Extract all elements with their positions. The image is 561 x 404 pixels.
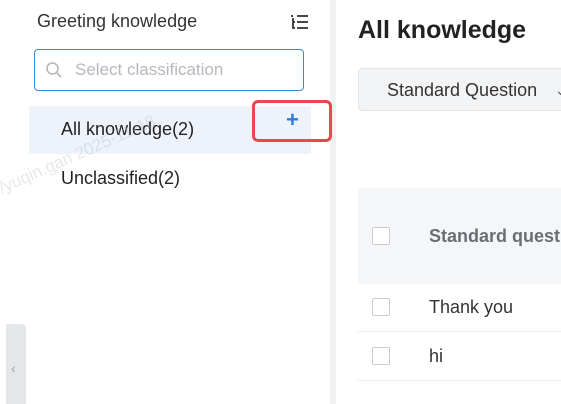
chevron-down-icon: ⌄: [555, 82, 561, 98]
question-type-select[interactable]: Standard Question ⌄: [358, 68, 561, 111]
select-value: Standard Question: [387, 80, 538, 100]
add-classification-button[interactable]: +: [252, 100, 332, 142]
tree-item-label: All knowledge(2): [61, 119, 195, 139]
row-checkbox[interactable]: [372, 347, 390, 365]
column-header-standard-question: Standard question: [429, 226, 561, 246]
row-question-text: hi: [429, 346, 444, 366]
collapse-sidebar-handle[interactable]: ‹: [6, 324, 26, 404]
table-row[interactable]: Thank you: [358, 284, 561, 332]
tree-item-label: Unclassified(2): [61, 168, 181, 188]
search-input[interactable]: [75, 57, 295, 83]
row-question-text: Thank you: [429, 297, 514, 317]
row-checkbox[interactable]: [372, 298, 390, 316]
tree-item-unclassified[interactable]: Unclassified(2): [29, 155, 311, 203]
table-row[interactable]: hi: [358, 333, 561, 381]
search-icon: [46, 62, 62, 78]
page-title: All knowledge: [358, 16, 527, 44]
knowledge-main-panel: All knowledge Standard Question ⌄ Standa…: [336, 0, 561, 404]
classification-sidebar: Greeting knowledge All knowledge(2) Uncl…: [0, 0, 332, 404]
sidebar-title: Greeting knowledge: [37, 11, 198, 31]
chevron-left-icon: ‹: [11, 360, 16, 376]
plus-icon: +: [286, 107, 299, 132]
classification-search[interactable]: [34, 49, 304, 91]
select-all-checkbox[interactable]: [372, 227, 390, 245]
table-header: Standard question: [358, 188, 561, 284]
tree-view-icon[interactable]: [290, 12, 310, 32]
